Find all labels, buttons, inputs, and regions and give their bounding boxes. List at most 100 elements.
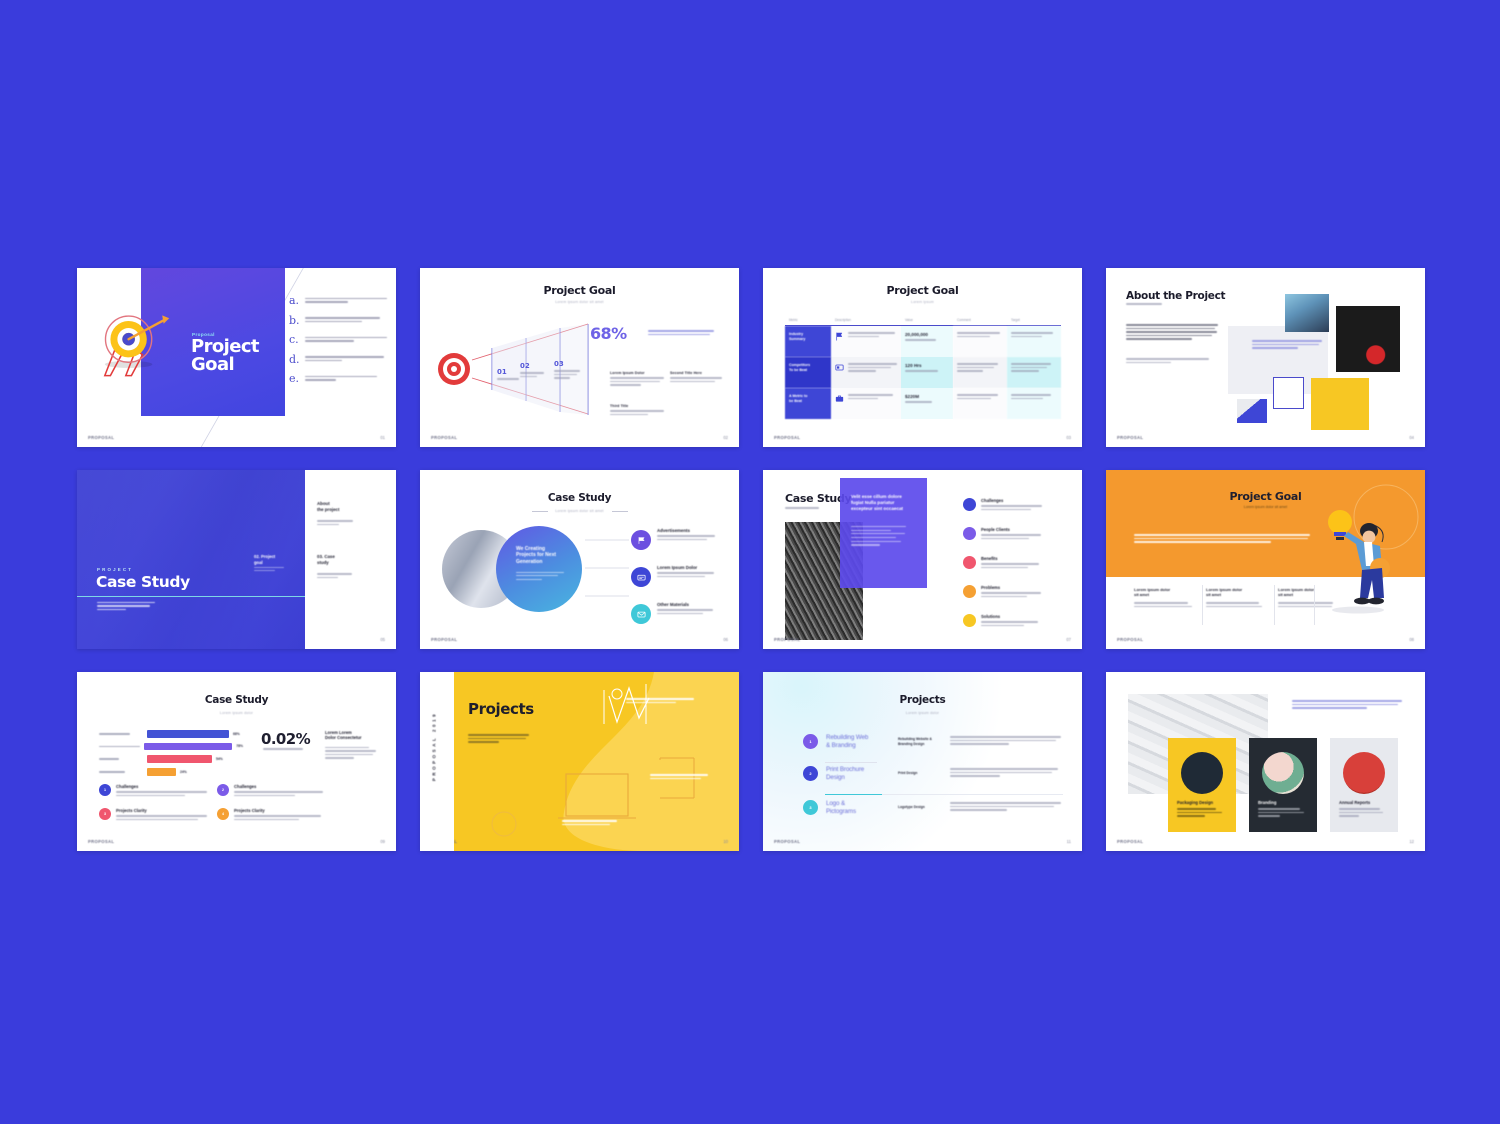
subtitle-rule-left [532, 511, 548, 512]
chart-bar [147, 730, 229, 738]
table-row: A Metric to be Beat $220M [785, 388, 1061, 419]
slide10-annotation-2 [650, 774, 708, 781]
bullet-icon-3 [631, 604, 651, 624]
footer-brand: PROPOSAL [88, 435, 115, 440]
column-divider [1202, 585, 1203, 625]
slide8-column-3: Lorem ipsum dolor sit amet [1278, 587, 1338, 609]
slide-thumbnail-11[interactable]: Projects Lorem ipsum dolor 1 Rebuilding … [763, 672, 1082, 851]
row-label: Competitors To be Beat [785, 357, 831, 388]
slide9-stat-caption [263, 748, 303, 752]
row-meta: Logotype Design [898, 805, 925, 810]
row-divider-accent [825, 794, 1063, 796]
slide2-block-3: Third Title [610, 404, 664, 417]
horizontal-bar-chart: 68% 78% 54% 24% [99, 730, 243, 781]
table-row: Industry Summary 20,000,000 [785, 326, 1061, 357]
slide10-annotation-1 [626, 698, 694, 705]
list-text [305, 374, 387, 383]
chart-bar [144, 742, 233, 751]
footer-page-number: 07 [1066, 637, 1071, 642]
funnel-stage-number: 03 [554, 360, 564, 368]
block-heading: Lorem Ipsum Dolor [610, 371, 645, 375]
slide10-body [468, 734, 532, 745]
slide4-body-secondary [1126, 358, 1212, 365]
chart-bar-value: 54% [216, 757, 223, 762]
number-badge-2 [963, 527, 976, 540]
badge-icon-1: 1 [99, 784, 111, 796]
chart-bar-row: 24% [99, 768, 243, 776]
slide11-row-2: 2 Print Brochure Design Print Design [803, 766, 1063, 782]
slide5-agenda-1: About the project [317, 501, 340, 512]
list-marker: a. [289, 294, 300, 307]
row-note [953, 326, 1007, 357]
slide9-item-3: 3 Projects Clarity [99, 808, 209, 822]
row-extra [1007, 326, 1061, 357]
slide-thumbnail-7[interactable]: Case Study Velit esse cillum dolore fugia… [763, 470, 1082, 649]
slide6-subtitle: Lorem ipsum dolor sit amet [555, 509, 604, 513]
portfolio-card-3[interactable]: Annual Reports [1330, 738, 1398, 832]
list-text [305, 316, 387, 325]
slide-thumbnail-10[interactable]: PROPOSAL 2019 Projects PROPOSAL 10 [420, 672, 739, 851]
slide7-item-4: Problems [963, 585, 1043, 599]
slide10-side-label: PROPOSAL 2019 [431, 711, 437, 782]
portfolio-card-2[interactable]: Branding [1249, 738, 1317, 832]
slide-thumbnail-9[interactable]: Case Study Lorem ipsum dolor 68% 78% 54% [77, 672, 396, 851]
slide11-subtitle: Lorem ipsum dolor [905, 711, 940, 715]
slide5-title: Case Study [96, 573, 190, 591]
slide-thumbnail-4[interactable]: About the Project PROPOSAL 04 [1106, 268, 1425, 447]
slide-thumbnail-1[interactable]: Proposal Project Goal a. b. c. d. e. PROP… [77, 268, 396, 447]
photo-people [1285, 294, 1329, 332]
slide-thumbnail-2[interactable]: Project Goal Lorem ipsum dolor sit amet … [420, 268, 739, 447]
slide7-item-3: Benefits [963, 556, 1043, 570]
badge-icon-4: 4 [217, 808, 229, 820]
slide6-bullet-text-3: Other Materials [657, 602, 719, 616]
slide7-subtitle [785, 507, 819, 511]
footer-page-number: 12 [1409, 839, 1414, 844]
footer-page-number: 09 [380, 839, 385, 844]
chart-bar-row: 68% [99, 730, 243, 738]
card-thumb-3 [1343, 752, 1385, 794]
row-desc [950, 736, 1063, 747]
list-marker: d. [289, 352, 300, 366]
footer-brand: PROPOSAL [1117, 435, 1144, 440]
slide2-block-1: Lorem Ipsum Dolor [610, 371, 664, 388]
slide-thumbnail-6[interactable]: Case Study Lorem ipsum dolor sit amet We… [420, 470, 739, 649]
row-label: A Metric to be Beat [785, 388, 831, 419]
slide6-gradient-circle [496, 526, 582, 612]
list-item: b. [289, 315, 387, 326]
slide4-callout-text [1252, 340, 1322, 351]
column-header: Value [905, 317, 913, 322]
slide9-item-1: 1 Challenges [99, 784, 209, 798]
slide9-title: Case Study [204, 694, 269, 706]
slide-thumbnail-12[interactable]: Packaging Design Branding Annual Reports [1106, 672, 1425, 851]
footer-page-number: 10 [723, 839, 728, 844]
chart-bar-value: 24% [180, 769, 187, 774]
column-divider [1274, 585, 1275, 625]
slide8-body [1134, 534, 1310, 545]
slide-thumbnail-3[interactable]: Project Goal Lorem ipsum Metric Descript… [763, 268, 1082, 447]
slide11-title: Projects [899, 694, 946, 706]
row-meta: Rebuilding Website & Branding Design [898, 737, 932, 746]
table-row: Competitors To be Beat 120 Hrs [785, 357, 1061, 388]
footer-brand: PROPOSAL [774, 839, 801, 844]
slide-thumbnail-grid: Proposal Project Goal a. b. c. d. e. PROP… [77, 268, 1425, 852]
column-header: Metric [789, 317, 798, 322]
chart-bar-row: 54% [99, 755, 243, 763]
slide3-subtitle: Lorem ipsum [911, 300, 934, 304]
mail-icon [637, 611, 645, 617]
slide-thumbnail-5[interactable]: PROJECT Case Study 02. Project goal About… [77, 470, 396, 649]
chart-bar [147, 768, 176, 776]
slide8-title: Project Goal [1229, 490, 1302, 503]
slide9-item-4: 4 Projects Clarity [217, 808, 327, 822]
number-badge-5 [963, 614, 976, 627]
slide10-white-sidebar: PROPOSAL 2019 [420, 672, 454, 851]
portfolio-card-1[interactable]: Packaging Design [1168, 738, 1236, 832]
photo-yellow-cards [1311, 378, 1369, 430]
briefcase-icon [835, 395, 844, 402]
column-header: Target [1011, 317, 1020, 322]
row-badge-3: 3 [803, 800, 818, 816]
slide5-agenda-3: 03. Case study [317, 554, 335, 565]
row-badge-2: 2 [803, 766, 818, 782]
slide-thumbnail-8[interactable]: Project Goal Lorem ipsum dolor sit amet … [1106, 470, 1425, 649]
footer-page-number: 04 [1409, 435, 1414, 440]
bullet-icon-2 [631, 567, 651, 587]
